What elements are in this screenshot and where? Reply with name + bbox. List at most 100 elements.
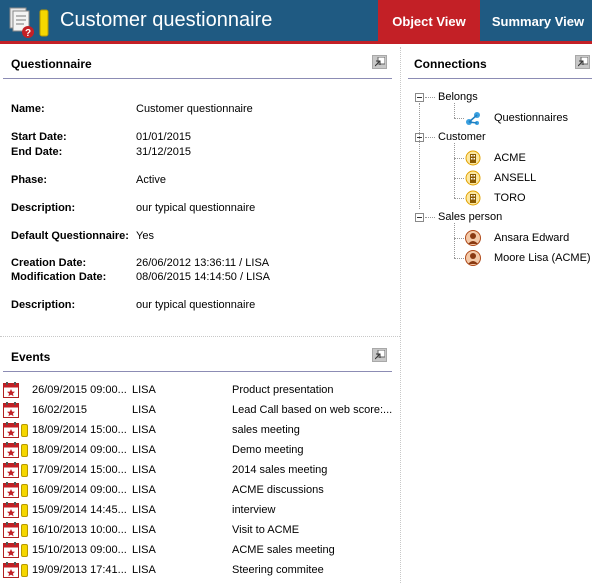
- questionnaire-panel-title: Questionnaire: [11, 57, 92, 71]
- tree-connector: [454, 158, 464, 159]
- tree-group-label[interactable]: Customer: [438, 131, 486, 143]
- description-label: Description:: [11, 202, 76, 214]
- svg-text:?: ?: [25, 28, 31, 39]
- panel-divider: [400, 47, 401, 583]
- event-date: 15/09/2014 14:45...: [32, 504, 127, 516]
- company-icon: [465, 150, 481, 169]
- tree-group-label[interactable]: Sales person: [438, 211, 502, 223]
- flag-icon: [21, 484, 28, 497]
- event-row[interactable]: 18/09/2014 15:00... LISA sales meeting: [0, 420, 400, 440]
- event-row[interactable]: 15/09/2014 14:45... LISA interview: [0, 500, 400, 520]
- section-divider: [0, 336, 400, 337]
- default-questionnaire-label: Default Questionnaire:: [11, 230, 129, 242]
- tree-item-label[interactable]: ACME: [494, 152, 526, 164]
- tree-connector: [454, 118, 464, 119]
- tree-connector: [454, 223, 455, 258]
- questionnaire-app-icon: ?: [8, 6, 52, 40]
- event-subject: Visit to ACME: [232, 524, 300, 536]
- calendar-icon: [3, 542, 19, 561]
- connections-collapse-button[interactable]: [575, 55, 590, 69]
- creation-date-label: Creation Date:: [11, 257, 87, 269]
- questionnaire-title-underline: [3, 78, 392, 79]
- flag-icon: [21, 424, 28, 437]
- name-label: Name:: [11, 103, 45, 115]
- flag-icon: [21, 504, 28, 517]
- event-subject: ACME discussions: [232, 484, 324, 496]
- event-subject: ACME sales meeting: [232, 544, 335, 556]
- calendar-icon: [3, 522, 19, 541]
- tree-item-label[interactable]: Questionnaires: [494, 112, 568, 124]
- event-user: LISA: [132, 524, 156, 536]
- flag-icon: [21, 544, 28, 557]
- event-date: 16/10/2013 10:00...: [32, 524, 127, 536]
- tree-group-label[interactable]: Belongs: [438, 91, 478, 103]
- event-subject: 2014 sales meeting: [232, 464, 328, 476]
- tree-collapse-toggle[interactable]: [415, 93, 424, 102]
- event-user: LISA: [132, 424, 156, 436]
- collapse-icon: [375, 350, 385, 360]
- tree-connector: [454, 143, 455, 198]
- tree-connector: [454, 198, 464, 199]
- phase-value: Active: [136, 174, 166, 186]
- modification-date-value: 08/06/2015 14:14:50 / LISA: [136, 271, 270, 283]
- modification-date-label: Modification Date:: [11, 271, 107, 283]
- calendar-icon: [3, 562, 19, 581]
- event-user: LISA: [132, 404, 156, 416]
- event-row[interactable]: 17/09/2014 15:00... LISA 2014 sales meetin…: [0, 460, 400, 480]
- event-user: LISA: [132, 444, 156, 456]
- flag-icon: [21, 524, 28, 537]
- tree-connector: [425, 217, 435, 218]
- company-icon: [465, 170, 481, 189]
- event-subject: sales meeting: [232, 424, 300, 436]
- event-date: 26/09/2015 09:00...: [32, 384, 127, 396]
- event-user: LISA: [132, 484, 156, 496]
- start-date-label: Start Date:: [11, 131, 67, 143]
- event-date: 19/09/2013 17:41...: [32, 564, 127, 576]
- event-date: 17/09/2014 15:00...: [32, 464, 127, 476]
- phase-label: Phase:: [11, 174, 48, 186]
- person-icon: [465, 230, 481, 249]
- creation-date-value: 26/06/2012 13:36:11 / LISA: [136, 257, 270, 269]
- event-row[interactable]: 26/09/2015 09:00... LISA Product presentat…: [0, 380, 400, 400]
- tree-connector: [454, 178, 464, 179]
- default-questionnaire-value: Yes: [136, 230, 154, 242]
- tree-connector: [425, 97, 435, 98]
- flag-icon: [21, 464, 28, 477]
- tree-item-label[interactable]: ANSELL: [494, 172, 536, 184]
- collapse-icon: [578, 57, 588, 67]
- event-subject: Product presentation: [232, 384, 334, 396]
- event-subject: Steering commitee: [232, 564, 324, 576]
- event-subject: Demo meeting: [232, 444, 304, 456]
- end-date-label: End Date:: [11, 146, 63, 158]
- tree-item-label[interactable]: Moore Lisa (ACME): [494, 252, 591, 264]
- name-value: Customer questionnaire: [136, 103, 253, 115]
- event-date: 18/09/2014 15:00...: [32, 424, 127, 436]
- tree-item-label[interactable]: Ansara Edward: [494, 232, 569, 244]
- event-user: LISA: [132, 544, 156, 556]
- event-row[interactable]: 16/10/2013 10:00... LISA Visit to ACME: [0, 520, 400, 540]
- event-date: 15/10/2013 09:00...: [32, 544, 127, 556]
- tab-summary-view[interactable]: Summary View: [484, 0, 592, 41]
- event-row[interactable]: 16/02/2015 LISA Lead Call based on web sco…: [0, 400, 400, 420]
- event-user: LISA: [132, 504, 156, 516]
- tree-item-label[interactable]: TORO: [494, 192, 526, 204]
- event-row[interactable]: 19/09/2013 17:41... LISA Steering commitee: [0, 560, 400, 580]
- connections-title-underline: [408, 78, 592, 79]
- tab-object-view[interactable]: Object View: [378, 0, 480, 41]
- event-subject: Lead Call based on web score:...: [232, 404, 393, 416]
- person-icon: [465, 250, 481, 269]
- tree-collapse-toggle[interactable]: [415, 213, 424, 222]
- events-collapse-button[interactable]: [372, 348, 387, 362]
- tree-connector: [454, 238, 464, 239]
- description-value: our typical questionnaire: [136, 202, 256, 214]
- questionnaire-collapse-button[interactable]: [372, 55, 387, 69]
- event-user: LISA: [132, 564, 156, 576]
- event-row[interactable]: 15/10/2013 09:00... LISA ACME sales meetin…: [0, 540, 400, 560]
- events-title-underline: [3, 371, 392, 372]
- calendar-icon: [3, 382, 19, 401]
- event-user: LISA: [132, 464, 156, 476]
- event-row[interactable]: 18/09/2014 09:00... LISA Demo meeting: [0, 440, 400, 460]
- flag-icon: [21, 564, 28, 577]
- event-row[interactable]: 16/09/2014 09:00... LISA ACME discussions: [0, 480, 400, 500]
- tree-connector: [454, 258, 464, 259]
